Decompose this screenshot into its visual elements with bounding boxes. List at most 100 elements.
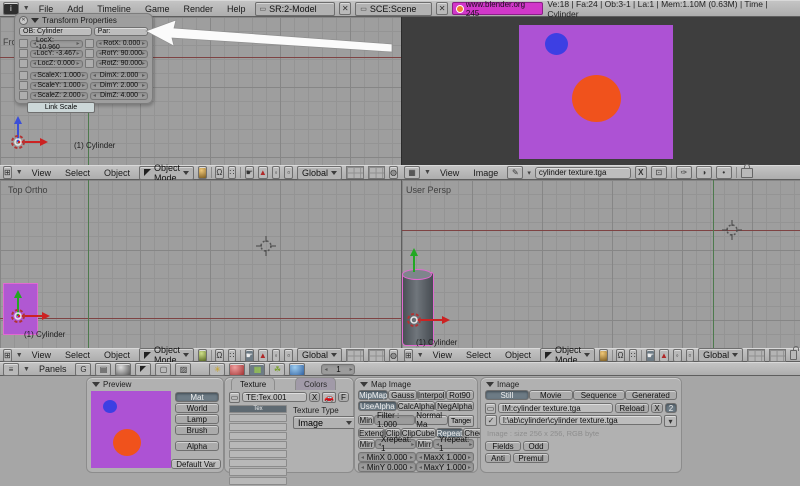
shading-buttons-icon[interactable]: ● xyxy=(115,363,131,376)
manipulator-scale-icon[interactable]: ◦ xyxy=(673,349,682,362)
scalex-field[interactable]: ◂ScaleX: 1.000▸ xyxy=(30,72,88,80)
pack-icon[interactable]: ✓ xyxy=(485,415,497,426)
screen-delete-icon[interactable]: ✕ xyxy=(339,2,351,15)
editing-buttons-icon[interactable]: ▢ xyxy=(155,363,171,376)
default-var-button[interactable]: Default Var xyxy=(171,459,221,469)
tab-texture[interactable]: Texture xyxy=(231,377,275,390)
preview-lamp-button[interactable]: Lamp xyxy=(175,414,219,424)
material-buttons-icon[interactable]: ● xyxy=(229,363,245,376)
texture-browse-icon[interactable]: ▭ xyxy=(229,392,240,403)
orientation-dropdown[interactable]: Global xyxy=(297,166,342,180)
scene-selector[interactable]: ▭ SCE:Scene xyxy=(355,2,432,16)
mode-dropdown[interactable]: Object Mode xyxy=(139,348,194,362)
render-preview-icon[interactable]: ◍ xyxy=(389,166,398,179)
pivot-point-icon[interactable]: Ω xyxy=(616,349,625,362)
manipulator-scale-icon[interactable]: ◦ xyxy=(272,349,281,362)
viewport-persp[interactable]: User Persp (1) Cylinder xyxy=(401,180,800,348)
editor-type-icon[interactable]: ⊞ xyxy=(404,349,413,362)
panel-collapse-icon[interactable] xyxy=(92,382,100,387)
image-datablock-field[interactable]: IM:cylinder texture.tga xyxy=(498,403,613,413)
header-collapse-icon[interactable]: ▼ xyxy=(23,366,30,373)
lock-icon[interactable] xyxy=(19,91,28,100)
movie-toggle[interactable]: Movie xyxy=(529,390,573,400)
lock-icon[interactable] xyxy=(19,39,28,48)
image-editor-icon[interactable]: ▦ xyxy=(404,166,420,179)
draw-mode-icon[interactable]: ● xyxy=(198,349,207,362)
viewport-top[interactable]: Top Ortho (1) Cylinder xyxy=(0,180,402,348)
lock-icon[interactable] xyxy=(790,350,797,360)
blender-site-badge[interactable]: www.blender.org 245 xyxy=(452,2,543,15)
menu-object[interactable]: Object xyxy=(99,350,135,360)
header-collapse-icon[interactable]: ▼ xyxy=(417,352,424,359)
texture-slot[interactable] xyxy=(229,468,287,476)
header-collapse-icon[interactable]: ▼ xyxy=(16,169,23,176)
object-buttons-icon[interactable] xyxy=(135,363,151,376)
menu-view[interactable]: View xyxy=(428,350,457,360)
pivot-point-icon[interactable]: Ω xyxy=(215,166,224,179)
maxy-field[interactable]: ◂MaxY 1.000▸ xyxy=(416,462,474,472)
mode-dropdown[interactable]: Object Mode xyxy=(139,166,194,180)
draw-mode-icon[interactable]: ● xyxy=(198,166,207,179)
preview-world-button[interactable]: World xyxy=(175,403,219,413)
users-count-button[interactable]: 2 xyxy=(665,403,677,413)
mirror-y-toggle[interactable]: Mirr xyxy=(416,439,433,449)
still-toggle[interactable]: Still xyxy=(485,390,529,400)
screen-selector[interactable]: ▭ SR:2-Model xyxy=(255,2,336,16)
calcalpha-toggle[interactable]: CalcAlpha xyxy=(397,401,436,411)
locy-field[interactable]: ◂LocY: -3.467▸ xyxy=(30,50,83,58)
menu-select[interactable]: Select xyxy=(60,168,95,178)
texture-buttons-icon[interactable]: ▦ xyxy=(249,363,265,376)
snap-grid-icon[interactable]: ∷ xyxy=(228,349,237,362)
editor-type-icon[interactable]: ⊞ xyxy=(3,349,12,362)
lock-icon[interactable] xyxy=(19,71,28,80)
mipmap-toggle[interactable]: MipMap xyxy=(358,390,388,400)
texture-slot[interactable] xyxy=(229,423,287,431)
interpol-toggle[interactable]: Interpol xyxy=(417,390,446,400)
menu-file[interactable]: File xyxy=(34,4,59,14)
mode-dropdown[interactable]: Object Mode xyxy=(540,348,595,362)
image-browse-icon[interactable]: ▭ xyxy=(485,403,496,414)
gauss-toggle[interactable]: Gauss xyxy=(388,390,416,400)
image-path-field[interactable]: l:\ab\cylinder\cylinder texture.tga xyxy=(499,415,662,425)
menu-view[interactable]: View xyxy=(435,168,464,178)
collapse-menu-icon[interactable]: ▼ xyxy=(23,5,30,12)
miny-field[interactable]: ◂MinY 0.000▸ xyxy=(358,462,416,472)
lock-icon[interactable] xyxy=(85,49,94,58)
texture-slot[interactable] xyxy=(229,459,287,467)
scaley-field[interactable]: ◂ScaleY: 1.000▸ xyxy=(30,82,88,90)
fake-user-button[interactable]: F xyxy=(338,392,349,402)
frame-number-field[interactable]: ◂1▸ xyxy=(321,364,355,375)
layer-buttons[interactable] xyxy=(346,349,364,362)
path-browse-icon[interactable]: ▾ xyxy=(664,415,677,427)
menu-view[interactable]: View xyxy=(27,350,56,360)
layer-buttons[interactable] xyxy=(368,349,386,362)
lock-icon[interactable] xyxy=(741,168,753,178)
menu-render[interactable]: Render xyxy=(178,4,218,14)
manipulator-combo-icon[interactable]: ▫ xyxy=(284,166,293,179)
image-unlink-icon[interactable]: X xyxy=(635,166,647,179)
browse-caret-icon[interactable]: ▾ xyxy=(527,169,531,177)
auto-name-icon[interactable]: 🚗 xyxy=(322,392,336,403)
dimy-field[interactable]: ◂DimY: 2.000▸ xyxy=(90,82,148,90)
clone-icon[interactable]: ⊡ xyxy=(651,166,667,179)
anti-toggle[interactable]: Anti xyxy=(485,453,511,463)
panel-collapse-icon[interactable] xyxy=(31,18,39,23)
header-collapse-icon[interactable]: ▼ xyxy=(16,352,23,359)
layer-buttons[interactable] xyxy=(346,166,364,179)
dimz-field[interactable]: ◂DimZ: 4.000▸ xyxy=(90,92,148,100)
snap-grid-icon[interactable]: ∷ xyxy=(629,349,638,362)
manipulator-hand-icon[interactable]: ☛ xyxy=(245,166,254,179)
rotx-field[interactable]: ◂RotX: 0.000▸ xyxy=(96,40,149,48)
manipulator-rotate-icon[interactable]: ▲ xyxy=(258,166,268,179)
manipulator-combo-icon[interactable]: ▫ xyxy=(284,349,293,362)
manipulator-hand-icon[interactable]: ☛ xyxy=(646,349,655,362)
panel-close-icon[interactable]: ✕ xyxy=(19,16,28,25)
lock-icon[interactable] xyxy=(19,59,28,68)
texture-unlink-button[interactable]: X xyxy=(309,392,320,402)
menu-image[interactable]: Image xyxy=(468,168,503,178)
menu-help[interactable]: Help xyxy=(222,4,251,14)
scene-buttons-icon[interactable]: ▨ xyxy=(175,363,191,376)
menu-select[interactable]: Select xyxy=(60,350,95,360)
lock-icon[interactable] xyxy=(19,81,28,90)
buttons-window-icon[interactable]: ≡ xyxy=(3,363,19,376)
